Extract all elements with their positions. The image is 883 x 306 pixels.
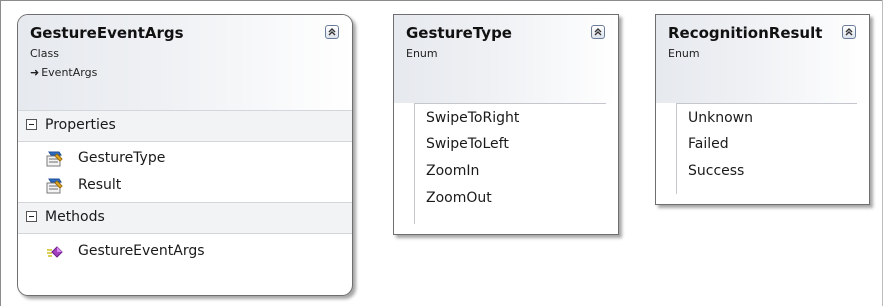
property-icon — [46, 151, 63, 167]
base-class-name: EventArgs — [41, 66, 98, 79]
collapse-methods-icon[interactable] — [26, 211, 37, 222]
canvas-top-border — [0, 0, 883, 1]
enum-value[interactable]: Success — [688, 163, 744, 179]
base-class: ➜ EventArgs — [30, 66, 97, 79]
member-property[interactable]: GestureType — [18, 146, 352, 173]
enum-title: GestureType — [406, 24, 512, 42]
collapse-button[interactable] — [325, 25, 339, 39]
compartment-properties[interactable]: Properties — [18, 110, 352, 142]
member-property[interactable]: Result — [18, 173, 352, 200]
compartment-methods[interactable]: Methods — [18, 202, 352, 234]
member-method[interactable]: GestureEventArgs — [18, 239, 352, 266]
enum-header[interactable]: RecognitionResult Enum — [656, 15, 869, 103]
member-name: Result — [78, 177, 122, 193]
enum-shape-gesture-type[interactable]: GestureType Enum SwipeToRight SwipeToLef… — [393, 14, 619, 235]
enum-value[interactable]: Failed — [688, 136, 729, 152]
chevron-up-double-icon — [328, 28, 336, 36]
compartment-label: Methods — [45, 209, 105, 225]
enum-values-panel: SwipeToRight SwipeToLeft ZoomIn ZoomOut — [414, 103, 606, 224]
class-stereotype: Class — [30, 47, 59, 60]
enum-title: RecognitionResult — [668, 24, 823, 42]
method-icon — [47, 246, 63, 258]
member-name: GestureEventArgs — [78, 243, 205, 259]
enum-stereotype: Enum — [668, 47, 700, 60]
class-header[interactable]: GestureEventArgs Class ➜ EventArgs — [18, 15, 352, 110]
enum-value[interactable]: ZoomIn — [426, 163, 479, 179]
chevron-up-double-icon — [594, 28, 602, 36]
chevron-up-double-icon — [845, 28, 853, 36]
collapse-properties-icon[interactable] — [26, 119, 37, 130]
inheritance-arrow-icon: ➜ — [30, 66, 40, 79]
property-icon — [46, 178, 63, 194]
class-shape-gesture-event-args[interactable]: GestureEventArgs Class ➜ EventArgs Proper… — [17, 14, 353, 296]
enum-value[interactable]: SwipeToLeft — [426, 136, 509, 152]
class-title: GestureEventArgs — [30, 24, 184, 42]
enum-values-panel: Unknown Failed Success — [676, 103, 857, 194]
member-name: GestureType — [78, 150, 166, 166]
enum-value[interactable]: Unknown — [688, 110, 753, 126]
enum-header[interactable]: GestureType Enum — [394, 15, 618, 103]
collapse-button[interactable] — [842, 25, 856, 39]
compartment-label: Properties — [45, 117, 116, 133]
enum-stereotype: Enum — [406, 47, 438, 60]
canvas-left-border — [0, 0, 1, 306]
enum-shape-recognition-result[interactable]: RecognitionResult Enum Unknown Failed Su… — [655, 14, 870, 205]
enum-value[interactable]: ZoomOut — [426, 190, 492, 206]
enum-value[interactable]: SwipeToRight — [426, 110, 519, 126]
collapse-button[interactable] — [591, 25, 605, 39]
